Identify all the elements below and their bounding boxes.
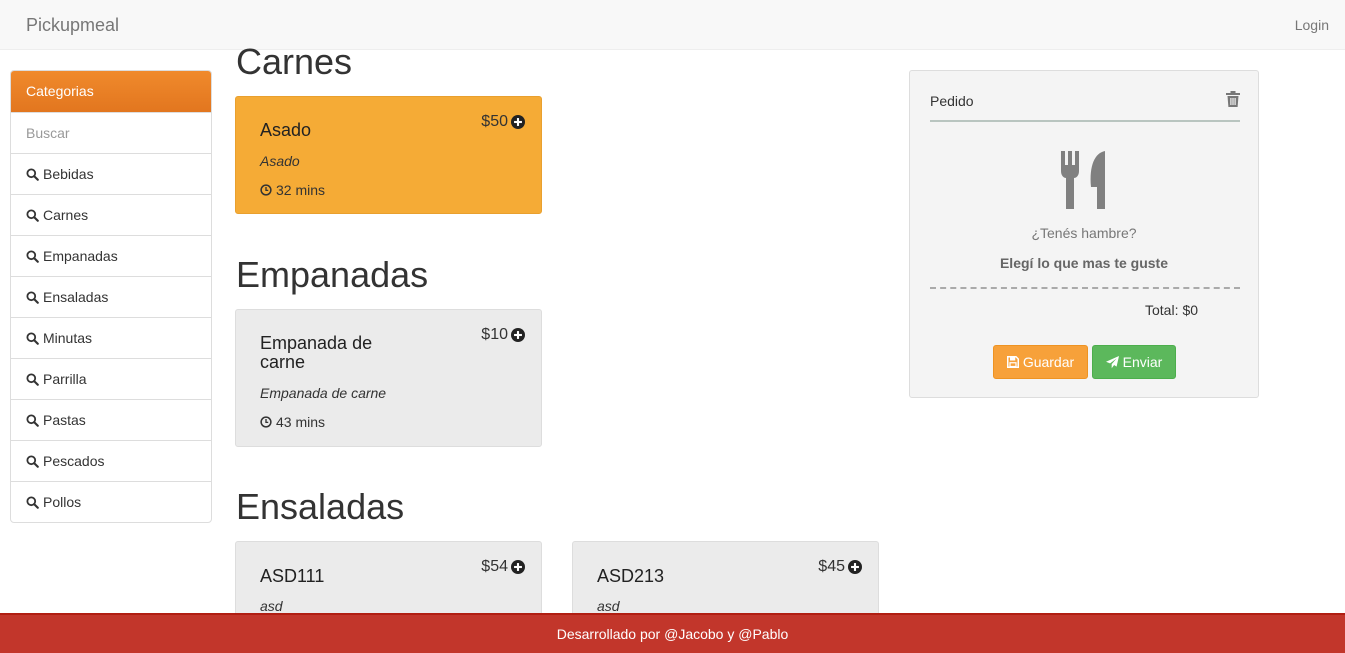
item-price: $10 <box>481 326 525 344</box>
send-button[interactable]: Enviar <box>1092 345 1176 379</box>
trash-icon[interactable] <box>1226 91 1240 112</box>
item-description: Empanada de carne <box>260 385 387 401</box>
sidebar-item-label: Pescados <box>43 453 105 469</box>
top-navbar: Pickupmeal Login <box>0 0 1345 50</box>
item-time: 43 mins <box>260 414 325 430</box>
sidebar-item-empanadas[interactable]: Empanadas <box>11 235 211 276</box>
item-name: ASD213 <box>597 566 665 586</box>
dashed-divider <box>930 287 1240 289</box>
item-price: $50 <box>481 113 525 131</box>
order-panel: Pedido ¿Tenés hambre? Elegí lo que mas t… <box>909 70 1259 398</box>
login-link[interactable]: Login <box>1295 17 1329 33</box>
section-title-ensaladas: Ensaladas <box>236 486 405 527</box>
sidebar-item-pastas[interactable]: Pastas <box>11 399 211 440</box>
send-label: Enviar <box>1122 354 1163 370</box>
item-description: asd <box>597 598 620 614</box>
item-name: ASD111 <box>260 566 325 586</box>
empty-order-question: ¿Tenés hambre? <box>1031 225 1137 241</box>
item-description: asd <box>260 598 283 614</box>
paper-plane-icon <box>1105 355 1119 368</box>
sidebar-item-parrilla[interactable]: Parrilla <box>11 358 211 399</box>
categories-sidebar: Categorias Buscar Bebidas Carnes Empanad… <box>10 70 212 523</box>
search-input[interactable]: Buscar <box>11 112 211 153</box>
search-icon <box>26 454 39 468</box>
search-icon <box>26 372 39 386</box>
sidebar-item-label: Pollos <box>43 494 82 510</box>
time-text: 43 mins <box>276 414 326 430</box>
brand-logo[interactable]: Pickupmeal <box>26 15 119 36</box>
search-icon <box>26 249 39 263</box>
price-text: $45 <box>818 558 845 575</box>
footer: Desarrollado por @Jacobo y @Pablo <box>0 613 1345 653</box>
order-title: Pedido <box>930 93 974 109</box>
sidebar-item-label: Carnes <box>43 207 89 223</box>
menu-item-card[interactable]: Asado $50 Asado 32 mins <box>235 96 542 214</box>
search-icon <box>26 331 39 345</box>
sidebar-item-label: Pastas <box>43 412 86 428</box>
footer-credits: Desarrollado por @Jacobo y @Pablo <box>556 626 789 642</box>
sidebar-item-label: Minutas <box>43 330 93 346</box>
sidebar-item-carnes[interactable]: Carnes <box>11 194 211 235</box>
cutlery-icon <box>1061 151 1107 214</box>
total-value: $0 <box>1182 302 1199 318</box>
save-button[interactable]: Guardar <box>993 345 1088 379</box>
order-total: Total: $0 <box>1145 302 1198 318</box>
time-text: 32 mins <box>276 182 326 198</box>
categories-title: Categorias <box>11 71 211 112</box>
search-icon <box>26 208 39 222</box>
search-icon <box>26 413 39 427</box>
item-name: Asado <box>260 120 312 140</box>
sidebar-item-bebidas[interactable]: Bebidas <box>11 153 211 194</box>
item-price: $54 <box>481 558 525 576</box>
item-price: $45 <box>818 558 862 576</box>
search-icon <box>26 167 39 181</box>
sidebar-item-minutas[interactable]: Minutas <box>11 317 211 358</box>
section-title-empanadas: Empanadas <box>236 254 429 295</box>
price-text: $54 <box>481 558 508 575</box>
clock-icon <box>260 184 272 196</box>
item-description: Asado <box>260 153 300 169</box>
price-text: $10 <box>481 326 508 343</box>
total-label: Total: <box>1145 302 1179 318</box>
plus-circle-icon[interactable] <box>511 328 525 342</box>
floppy-disk-icon <box>1006 356 1019 368</box>
clock-icon <box>260 416 272 428</box>
plus-circle-icon[interactable] <box>511 115 525 129</box>
save-label: Guardar <box>1022 354 1075 370</box>
divider <box>930 120 1240 122</box>
sidebar-item-ensaladas[interactable]: Ensaladas <box>11 276 211 317</box>
menu-item-card[interactable]: Empanada de carne $10 Empanada de carne … <box>235 309 542 447</box>
sidebar-item-label: Bebidas <box>43 166 94 182</box>
plus-circle-icon[interactable] <box>511 560 525 574</box>
search-icon <box>26 495 39 509</box>
item-time: 32 mins <box>260 182 325 198</box>
sidebar-item-pescados[interactable]: Pescados <box>11 440 211 481</box>
sidebar-item-label: Parrilla <box>43 371 87 387</box>
search-icon <box>26 290 39 304</box>
price-text: $50 <box>481 113 508 130</box>
plus-circle-icon[interactable] <box>848 560 862 574</box>
item-name: Empanada de carne <box>260 333 373 372</box>
sidebar-item-label: Empanadas <box>43 248 118 264</box>
sidebar-item-pollos[interactable]: Pollos <box>11 481 211 522</box>
empty-order-hint: Elegí lo que mas te guste <box>999 255 1169 271</box>
section-title-carnes: Carnes <box>236 41 353 82</box>
sidebar-item-label: Ensaladas <box>43 289 109 305</box>
